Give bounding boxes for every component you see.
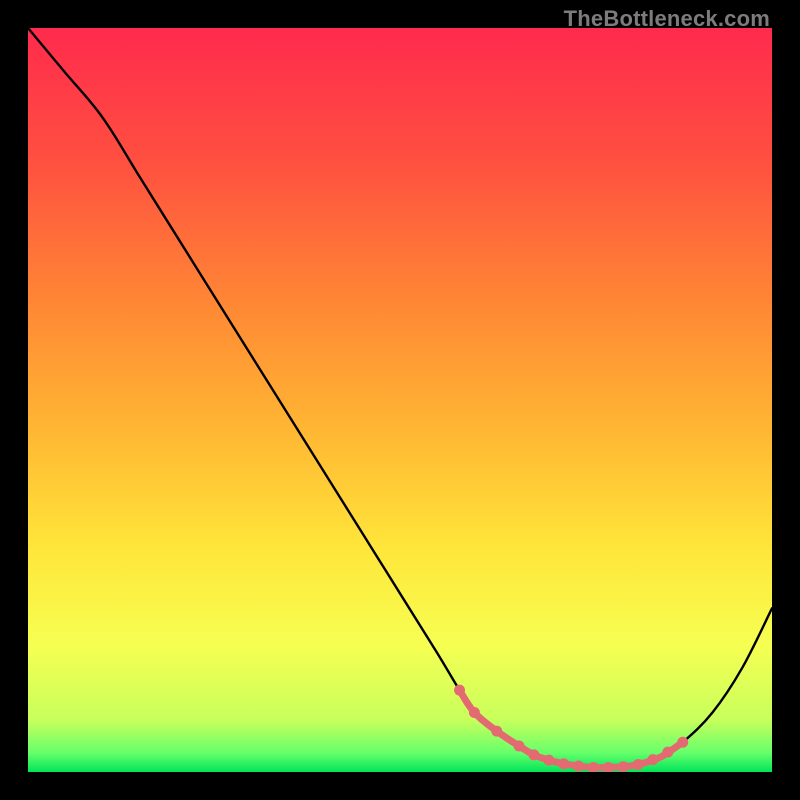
- watermark-text: TheBottleneck.com: [564, 6, 770, 31]
- valley-dot: [633, 759, 644, 770]
- valley-dot: [514, 740, 525, 751]
- gradient-bg: [28, 28, 772, 772]
- valley-dot: [543, 755, 554, 766]
- plot-area: [28, 28, 772, 772]
- valley-dot: [528, 749, 539, 760]
- valley-dot: [677, 737, 688, 748]
- valley-dot: [662, 747, 673, 758]
- chart-frame: TheBottleneck.com: [0, 0, 800, 800]
- valley-dot: [618, 761, 629, 772]
- valley-dot: [454, 685, 465, 696]
- valley-dot: [647, 754, 658, 765]
- valley-dot: [558, 758, 569, 769]
- chart-svg: [28, 28, 772, 772]
- valley-dot: [469, 707, 480, 718]
- watermark: TheBottleneck.com: [564, 6, 770, 32]
- valley-dot: [491, 726, 502, 737]
- valley-dot: [573, 761, 584, 772]
